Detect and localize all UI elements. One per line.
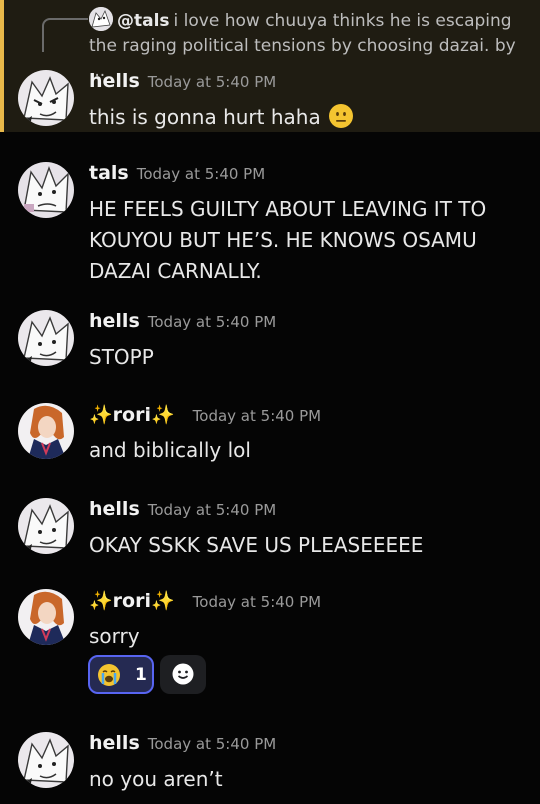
- reply-connector: [42, 18, 88, 52]
- message-text: sorry: [89, 624, 140, 648]
- avatar[interactable]: [18, 589, 74, 645]
- reaction-crying-face[interactable]: 1: [88, 655, 154, 694]
- message-text: and biblically lol: [89, 438, 251, 462]
- sparkles-icon: ✨: [89, 404, 113, 426]
- message-timestamp: Today at 5:40 PM: [147, 313, 277, 331]
- message-author[interactable]: tals: [89, 162, 129, 184]
- avatar[interactable]: [18, 310, 74, 366]
- avatar[interactable]: [18, 162, 74, 218]
- message-author[interactable]: rori: [113, 404, 151, 426]
- neutral-face-emoji-icon: [329, 104, 354, 128]
- smiley-icon: [172, 663, 194, 685]
- reply-avatar: [89, 7, 113, 31]
- message-timestamp: Today at 5:40 PM: [147, 735, 277, 753]
- message-text: OKAY SSKK SAVE US PLEASEEEEE: [89, 533, 424, 557]
- sparkles-icon: ✨: [89, 590, 113, 612]
- message-text: this is gonna hurt haha: [89, 105, 321, 129]
- message-text: HE FEELS GUILTY ABOUT LEAVING IT TO KOUY…: [89, 197, 487, 283]
- message-timestamp: Today at 5:40 PM: [147, 73, 277, 91]
- message-author[interactable]: rori: [113, 590, 151, 612]
- add-reaction-button[interactable]: [160, 655, 206, 694]
- avatar[interactable]: [18, 403, 74, 459]
- loudly-crying-face-icon: [98, 664, 120, 686]
- message-author[interactable]: hells: [89, 310, 140, 332]
- message-timestamp: Today at 5:40 PM: [192, 593, 322, 611]
- message-timestamp: Today at 5:40 PM: [147, 501, 277, 519]
- reply-author[interactable]: @tals: [117, 11, 170, 31]
- reaction-count: 1: [135, 665, 147, 685]
- sparkles-icon: ✨: [150, 590, 175, 612]
- message-author[interactable]: hells: [89, 732, 140, 754]
- message-author[interactable]: hells: [89, 498, 140, 520]
- sparkles-icon: ✨: [150, 404, 175, 426]
- message-text: STOPP: [89, 345, 154, 369]
- message-text: no you aren’t: [89, 767, 223, 791]
- message-author[interactable]: hells: [89, 70, 140, 92]
- avatar[interactable]: [18, 70, 74, 126]
- avatar[interactable]: [18, 732, 74, 788]
- avatar[interactable]: [18, 498, 74, 554]
- message-timestamp: Today at 5:40 PM: [192, 407, 322, 425]
- message-timestamp: Today at 5:40 PM: [136, 165, 266, 183]
